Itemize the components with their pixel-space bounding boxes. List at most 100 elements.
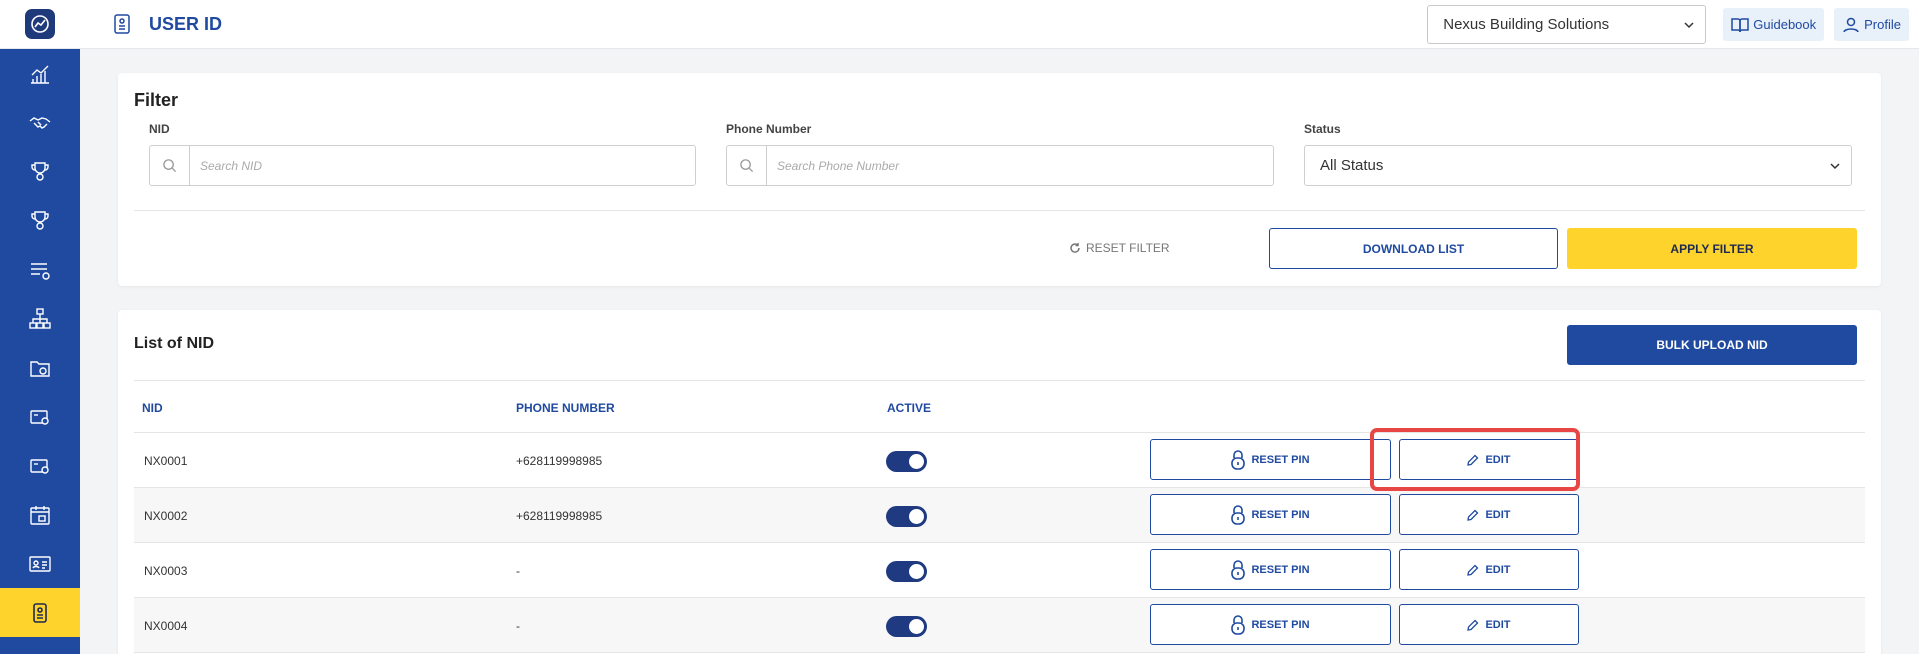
sidebar-item-id-cards[interactable] <box>0 539 80 588</box>
status-select[interactable]: All Status <box>1304 145 1852 186</box>
trophy-icon <box>31 210 49 230</box>
table-row: NX0001 +628119998985 RESET PIN EDIT <box>134 433 1865 488</box>
nid-cell: NX0001 <box>144 454 188 468</box>
lock-icon <box>1231 559 1246 580</box>
phone-label: Phone Number <box>726 122 812 136</box>
reset-filter-button[interactable]: RESET FILTER <box>1069 241 1170 255</box>
sidebar-item-cards[interactable] <box>0 392 80 441</box>
status-label: Status <box>1304 122 1341 136</box>
active-toggle[interactable] <box>886 451 927 472</box>
lock-icon <box>1231 449 1246 470</box>
nid-search-input[interactable] <box>190 146 695 185</box>
filter-divider <box>134 210 1865 211</box>
nid-cell: NX0002 <box>144 509 188 523</box>
sidebar-item-partners[interactable] <box>0 98 80 147</box>
header-actions: Nexus Building Solutions Guidebook Profi… <box>1427 5 1919 44</box>
page-title-text: USER ID <box>149 13 223 34</box>
nid-search-field <box>149 145 696 186</box>
table-row: NX0003 - RESET PIN EDIT <box>134 543 1865 598</box>
trophy-icon <box>31 161 49 181</box>
sidebar-item-announcements[interactable] <box>0 637 80 654</box>
chevron-down-icon <box>1830 162 1840 169</box>
megaphone-icon <box>42 653 44 654</box>
reset-pin-button[interactable]: RESET PIN <box>1150 549 1391 590</box>
nid-list-card: List of NID BULK UPLOAD NID NID PHONE NU… <box>118 310 1881 654</box>
lock-icon <box>1231 614 1246 635</box>
reset-pin-label: RESET PIN <box>1251 508 1310 521</box>
sidebar-item-files[interactable] <box>0 343 80 392</box>
bulk-upload-nid-button[interactable]: BULK UPLOAD NID <box>1567 325 1857 365</box>
pencil-icon <box>1467 564 1479 576</box>
edit-label: EDIT <box>1485 508 1511 521</box>
edit-button[interactable]: EDIT <box>1399 439 1579 480</box>
folder-clock-icon <box>30 360 50 377</box>
edit-button[interactable]: EDIT <box>1399 604 1579 645</box>
apply-filter-button[interactable]: APPLY FILTER <box>1567 228 1857 269</box>
logo-icon <box>25 9 55 39</box>
active-toggle[interactable] <box>886 561 927 582</box>
edit-label: EDIT <box>1485 453 1511 466</box>
sidebar-item-dashboard[interactable] <box>0 49 80 98</box>
search-icon <box>727 146 767 185</box>
reset-pin-button[interactable]: RESET PIN <box>1150 439 1391 480</box>
sidebar <box>0 0 80 654</box>
lock-icon <box>1231 504 1246 525</box>
edit-button[interactable]: EDIT <box>1399 494 1579 535</box>
guidebook-button[interactable]: Guidebook <box>1723 8 1825 41</box>
phone-cell: +628119998985 <box>516 509 603 523</box>
chevron-down-icon <box>1684 21 1694 28</box>
phone-search-field <box>726 145 1274 186</box>
profile-button[interactable]: Profile <box>1834 8 1909 41</box>
profile-label: Profile <box>1864 17 1901 32</box>
reset-filter-label: RESET FILTER <box>1086 241 1170 255</box>
nid-cell: NX0003 <box>144 564 188 578</box>
page-title: USER ID <box>113 14 222 35</box>
table-row: NX0004 - RESET PIN EDIT <box>134 598 1865 653</box>
active-toggle[interactable] <box>886 506 927 527</box>
book-icon <box>1731 17 1749 32</box>
guidebook-label: Guidebook <box>1753 17 1817 32</box>
reset-pin-label: RESET PIN <box>1251 618 1310 631</box>
table-row: NX0002 +628119998985 RESET PIN EDIT <box>134 488 1865 543</box>
sidebar-item-user-id[interactable] <box>0 588 80 637</box>
phone-cell: +628119998985 <box>516 454 603 468</box>
reset-pin-label: RESET PIN <box>1251 563 1310 576</box>
sidebar-item-tasks[interactable] <box>0 245 80 294</box>
org-chart-icon <box>29 307 51 329</box>
column-header-phone: PHONE NUMBER <box>516 401 615 415</box>
edit-label: EDIT <box>1485 618 1511 631</box>
card-settings-icon <box>30 458 49 474</box>
sidebar-item-achievements[interactable] <box>0 196 80 245</box>
nid-label: NID <box>149 122 170 136</box>
phone-cell: - <box>516 564 520 578</box>
pencil-icon <box>1467 619 1479 631</box>
table-header: NID PHONE NUMBER ACTIVE <box>134 381 1865 433</box>
phone-search-input[interactable] <box>767 146 1273 185</box>
column-header-active: ACTIVE <box>887 401 932 415</box>
download-list-button[interactable]: DOWNLOAD LIST <box>1269 228 1558 269</box>
user-id-icon <box>33 602 47 623</box>
edit-button[interactable]: EDIT <box>1399 549 1579 590</box>
edit-label: EDIT <box>1485 563 1511 576</box>
reset-pin-button[interactable]: RESET PIN <box>1150 604 1391 645</box>
active-toggle[interactable] <box>886 616 927 637</box>
company-select[interactable]: Nexus Building Solutions <box>1427 5 1707 44</box>
search-icon <box>150 146 190 185</box>
sidebar-item-calendar[interactable] <box>0 490 80 539</box>
calendar-icon <box>30 505 50 525</box>
sidebar-item-organization[interactable] <box>0 294 80 343</box>
filter-card: Filter NID Phone Number Status All Statu… <box>118 73 1881 286</box>
reset-pin-button[interactable]: RESET PIN <box>1150 494 1391 535</box>
filter-title: Filter <box>134 90 179 110</box>
sidebar-item-rewards[interactable] <box>0 147 80 196</box>
user-icon <box>1843 17 1859 32</box>
list-title: List of NID <box>134 335 214 352</box>
refresh-icon <box>1070 243 1080 253</box>
card-settings-icon <box>30 409 49 425</box>
sidebar-item-cards-2[interactable] <box>0 441 80 490</box>
user-id-icon <box>114 14 130 34</box>
id-card-icon <box>29 555 51 572</box>
top-header: USER ID Nexus Building Solutions Guidebo… <box>80 0 1919 49</box>
app-logo[interactable] <box>0 0 80 49</box>
phone-cell: - <box>516 619 520 633</box>
